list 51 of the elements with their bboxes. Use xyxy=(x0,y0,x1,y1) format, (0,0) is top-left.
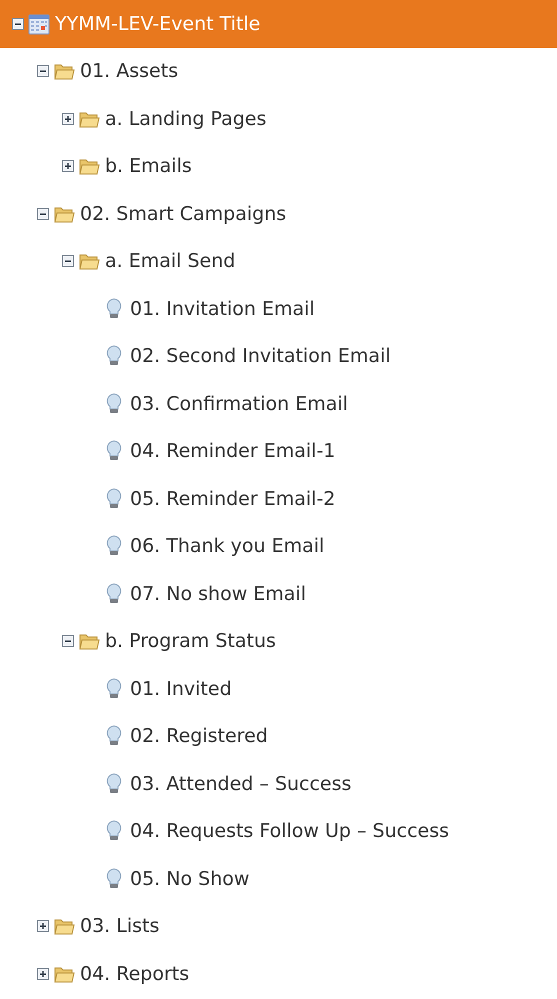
expand-icon[interactable] xyxy=(62,160,74,172)
tree-row[interactable]: 02. Smart Campaigns xyxy=(0,190,557,238)
tree-label: b. Emails xyxy=(104,155,192,178)
collapse-icon[interactable] xyxy=(37,208,49,220)
calendar-icon xyxy=(28,12,50,35)
tree-label: 02. Second Invitation Email xyxy=(129,345,391,368)
tree-row[interactable]: 01. Assets xyxy=(0,48,557,95)
tree-row[interactable]: 04. Reports xyxy=(0,950,557,998)
tree-row[interactable]: 02. Registered xyxy=(0,712,557,760)
tree-label: 01. Invited xyxy=(129,678,232,700)
tree-label: a. Landing Pages xyxy=(104,108,266,130)
tree-label: 02. Registered xyxy=(129,725,268,748)
expand-icon[interactable] xyxy=(62,112,74,125)
tree-label: 01. Invitation Email xyxy=(129,298,315,320)
tree-row[interactable]: 05. No Show xyxy=(0,855,557,902)
tree-row[interactable]: 01. Invitation Email xyxy=(0,285,557,332)
tree-row[interactable]: 01. Invited xyxy=(0,665,557,712)
tree-row[interactable]: b. Emails xyxy=(0,142,557,190)
expand-icon[interactable] xyxy=(37,968,49,980)
tree-label: 03. Confirmation Email xyxy=(129,392,348,415)
tree-row[interactable]: 02. Second Invitation Email xyxy=(0,332,557,380)
tree-row[interactable]: a. Landing Pages xyxy=(0,95,557,142)
tree-label: b. Program Status xyxy=(104,630,276,652)
tree-label: YYMM-LEV-Event Title xyxy=(54,12,260,35)
tree-label: 01. Assets xyxy=(79,60,178,82)
tree-label: 04. Reminder Email-1 xyxy=(129,440,336,462)
collapse-icon[interactable] xyxy=(62,635,74,648)
tree-label: 03. Lists xyxy=(79,915,160,938)
collapse-icon[interactable] xyxy=(12,18,24,30)
tree-row[interactable]: 06. Thank you Email xyxy=(0,522,557,570)
tree-label: 07. No show Email xyxy=(129,582,306,605)
expand-icon[interactable] xyxy=(37,920,49,932)
tree-row[interactable]: 04. Reminder Email-1 xyxy=(0,428,557,475)
tree-row[interactable]: 05. Reminder Email-2 xyxy=(0,475,557,522)
tree-label: 03. Attended – Success xyxy=(129,772,352,795)
tree-row[interactable]: b. Program Status xyxy=(0,618,557,665)
tree-row[interactable]: 03. Lists xyxy=(0,902,557,950)
collapse-icon[interactable] xyxy=(62,255,74,268)
tree-row[interactable]: 03. Confirmation Email xyxy=(0,380,557,428)
tree-label: 02. Smart Campaigns xyxy=(79,202,286,225)
tree-row[interactable]: 07. No show Email xyxy=(0,570,557,618)
tree-label: a. Email Send xyxy=(104,250,236,272)
tree-label: 05. Reminder Email-2 xyxy=(129,488,336,510)
tree-label: 05. No Show xyxy=(129,868,250,890)
tree-label: 04. Requests Follow Up – Success xyxy=(129,820,450,842)
collapse-icon[interactable] xyxy=(37,65,49,78)
tree-row[interactable]: a. Email Send xyxy=(0,238,557,285)
tree-label: 04. Reports xyxy=(79,962,190,985)
tree-row[interactable]: 03. Attended – Success xyxy=(0,760,557,808)
tree-label: 06. Thank you Email xyxy=(129,535,324,558)
tree-row[interactable]: 04. Requests Follow Up – Success xyxy=(0,808,557,855)
